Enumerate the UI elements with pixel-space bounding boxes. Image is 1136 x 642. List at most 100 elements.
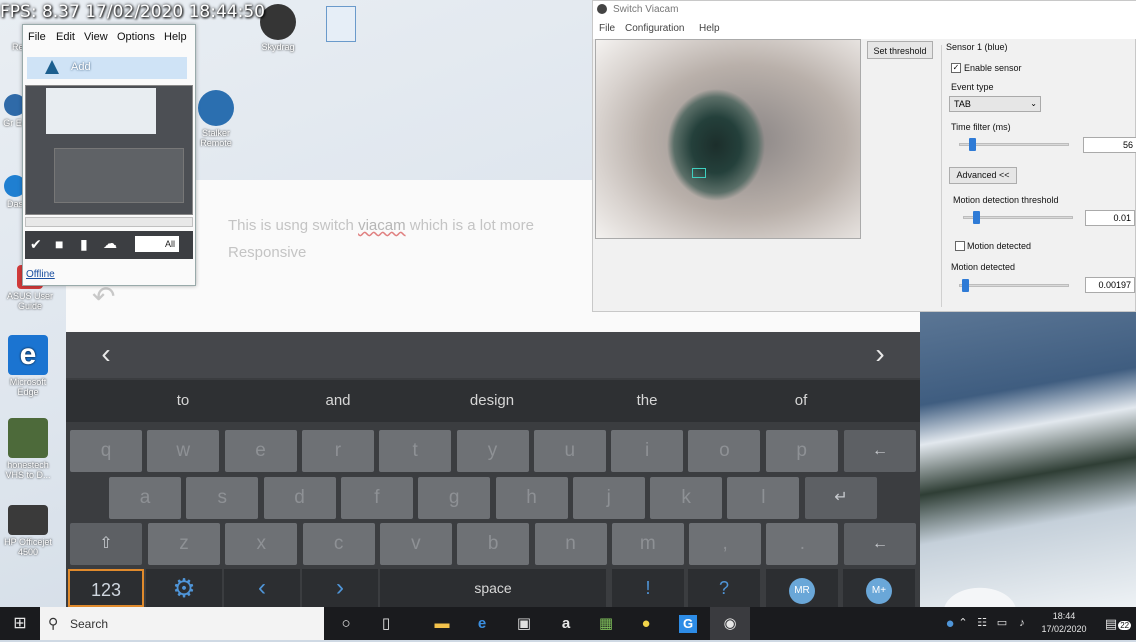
key-w[interactable]: w [147,430,220,472]
desktop-icon-honestech[interactable]: honestech VHS to D... [0,418,56,480]
shift-key[interactable]: ⇧ [70,523,142,565]
chevron-left-icon[interactable]: ‹ [86,338,126,370]
time-filter-input[interactable]: 56 [1083,137,1136,153]
file-explorer-icon[interactable]: ▬ [422,607,462,640]
desktop-icon-stalker[interactable]: Stalker Remote [188,90,244,148]
key-v[interactable]: v [379,523,452,565]
motion-detected-checkbox[interactable] [955,241,965,251]
numbers-key[interactable]: 123 [68,569,144,607]
trash-icon[interactable]: ■ [55,236,63,252]
viacam-taskbar-icon[interactable]: ◉ [710,607,750,640]
space-key[interactable]: space [380,569,606,607]
key-b[interactable]: b [457,523,530,565]
key-g[interactable]: g [418,477,491,519]
cortana-icon[interactable]: ○ [326,607,366,640]
check-icon[interactable]: ✔ [30,236,42,253]
key-d[interactable]: d [263,477,336,519]
key-o[interactable]: o [688,430,761,472]
document-text[interactable]: This is usng switch viacam which is a lo… [228,212,608,266]
backspace-key[interactable]: ← [844,430,916,472]
viacam-menu-configuration[interactable]: Configuration [625,23,684,34]
key-j[interactable]: j [572,477,645,519]
motion-threshold-input[interactable]: 0.01 [1085,210,1135,226]
menu-edit[interactable]: Edit [56,31,75,43]
key-s[interactable]: s [186,477,259,519]
menu-file[interactable]: File [28,31,46,43]
key-k[interactable]: k [650,477,723,519]
set-threshold-button[interactable]: Set threshold [867,41,933,59]
document-file-icon[interactable] [326,6,356,42]
menu-help[interactable]: Help [164,31,187,43]
key-a[interactable]: a [109,477,181,519]
key-z[interactable]: z [148,523,220,565]
key-n[interactable]: n [534,523,607,565]
time-filter-thumb[interactable] [969,138,977,151]
search-placeholder: Search [70,617,109,631]
enter-key[interactable]: ↵ [805,477,877,519]
gear-icon[interactable]: ⚙ [146,569,222,607]
key-t[interactable]: t [379,430,452,472]
minion-app-icon[interactable]: ● [626,607,666,640]
cursor-right-icon[interactable]: › [302,569,378,607]
cloud-upload-icon[interactable]: ☁ [103,235,117,252]
desktop-icon-hp-officejet[interactable]: HP Officejet 4500 [0,505,56,557]
network-icon[interactable]: ☷ [973,607,991,640]
suggestion-2[interactable]: and [278,392,398,409]
delete-key[interactable]: ← [844,523,916,565]
desktop-icon-edge[interactable]: e Microsoft Edge [0,335,56,397]
key-u[interactable]: u [533,430,606,472]
key-h[interactable]: h [495,477,568,519]
windows-start-icon[interactable]: ⊞ [0,607,40,640]
edge-taskbar-icon[interactable]: e [462,607,502,640]
horizontal-scrollbar[interactable] [25,217,193,227]
key-x[interactable]: x [225,523,298,565]
battery-icon[interactable]: ▭ [993,607,1011,640]
key-p[interactable]: p [765,430,838,472]
key-r[interactable]: r [301,430,374,472]
desktop-icon-label: Microsoft Edge [9,377,47,397]
add-item[interactable]: Add [27,57,187,79]
key-y[interactable]: y [456,430,529,472]
advanced-button[interactable]: Advanced << [949,167,1017,184]
key-c[interactable]: c [302,523,375,565]
taskbar-search[interactable]: ⚲ Search [40,607,324,640]
cursor-left-icon[interactable]: ‹ [224,569,300,607]
menu-options[interactable]: Options [117,31,155,43]
suggestion-1[interactable]: to [123,392,243,409]
key-q[interactable]: q [70,430,142,472]
key-i[interactable]: i [611,430,684,472]
memory-add-key[interactable]: M+ [843,569,915,607]
clock[interactable]: 18:44 17/02/2020 [1034,610,1094,636]
zoom-select[interactable]: All [135,236,179,252]
key-m[interactable]: m [611,523,684,565]
offline-link[interactable]: Offline [26,269,55,280]
menu-view[interactable]: View [84,31,108,43]
save-icon[interactable]: ▮ [80,236,88,253]
event-type-select[interactable]: TAB ⌄ [949,96,1041,112]
key-period[interactable]: . [766,523,839,565]
volume-icon[interactable]: ♪ [1013,607,1031,640]
key-e[interactable]: e [224,430,297,472]
question-key[interactable]: ? [688,569,760,607]
exclamation-key[interactable]: ! [612,569,684,607]
suggestion-4[interactable]: the [587,392,707,409]
motion-threshold-thumb[interactable] [973,211,981,224]
key-l[interactable]: l [727,477,800,519]
suggestion-3[interactable]: design [432,392,552,409]
photo-app-icon[interactable]: ▦ [586,607,626,640]
viacam-menu-file[interactable]: File [599,23,615,34]
key-f[interactable]: f [340,477,413,519]
tracking-box[interactable] [692,168,706,178]
g-app-icon[interactable]: G [668,607,708,640]
memory-recall-key[interactable]: MR [766,569,838,607]
chevron-right-icon[interactable]: › [860,338,900,370]
suggestion-5[interactable]: of [741,392,861,409]
chevron-up-icon[interactable]: ⌃ [955,607,971,640]
amazon-icon[interactable]: a [546,607,586,640]
viacam-menu-help[interactable]: Help [699,23,720,34]
task-view-icon[interactable]: ▯ [366,607,406,640]
store-icon[interactable]: ▣ [504,607,544,640]
action-center-icon[interactable]: ▤ 22 [1098,607,1136,640]
key-comma[interactable]: , [689,523,762,565]
enable-sensor-checkbox[interactable]: ✓ [951,63,961,73]
